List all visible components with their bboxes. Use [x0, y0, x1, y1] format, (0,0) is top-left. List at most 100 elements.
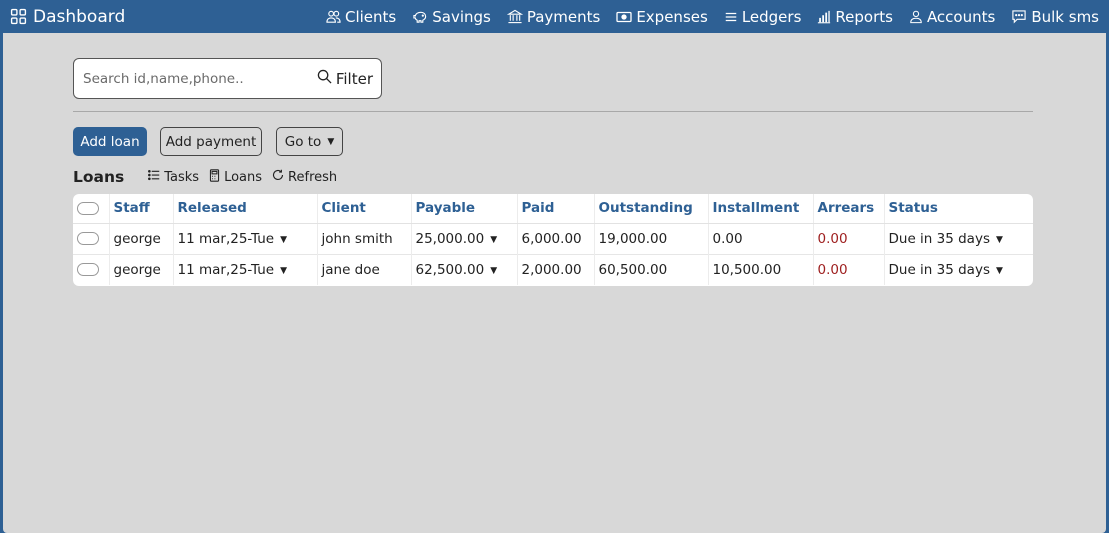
nav-reports[interactable]: Reports: [817, 8, 893, 26]
grid-icon: [10, 8, 27, 25]
refresh-icon: [272, 169, 284, 185]
header-paid[interactable]: Paid: [516, 194, 594, 224]
nav-expenses-label: Expenses: [636, 7, 708, 26]
caret-down-icon: ▼: [327, 136, 335, 147]
payable-value: 25,000.00: [415, 230, 485, 247]
search-icon: [317, 69, 332, 88]
header-client[interactable]: Client: [316, 194, 411, 224]
list-icon: [148, 169, 160, 185]
tasks-link[interactable]: Tasks: [148, 169, 199, 185]
add-payment-button[interactable]: Add payment: [160, 127, 262, 156]
loans-link[interactable]: Loans: [209, 168, 263, 186]
search-box: Filter: [73, 58, 382, 99]
add-loan-label: Add loan: [80, 133, 140, 150]
nav-bulk-sms[interactable]: Bulk sms: [1011, 8, 1099, 26]
header-outstanding[interactable]: Outstanding: [593, 194, 708, 224]
cell-outstanding: 60,500.00: [593, 253, 708, 285]
cell-paid: 2,000.00: [516, 253, 594, 285]
cell-staff: george: [108, 253, 173, 285]
chat-icon: [1011, 9, 1027, 24]
nav-expenses[interactable]: Expenses: [616, 7, 708, 26]
header-installment[interactable]: Installment: [707, 194, 813, 224]
row-checkbox[interactable]: [77, 232, 99, 245]
header-status[interactable]: Status: [883, 194, 1033, 224]
go-to-dropdown[interactable]: Go to ▼: [276, 127, 343, 156]
nav-clients-label: Clients: [344, 7, 397, 26]
caret-down-icon: ▼: [490, 234, 498, 245]
main-nav: Clients Savings Payments Expenses Ledger…: [326, 8, 1099, 26]
add-payment-label: Add payment: [165, 133, 257, 150]
caret-down-icon: ▼: [995, 234, 1003, 245]
table-row[interactable]: george 11 mar,25-Tue ▼ john smith 25,000.…: [73, 222, 1033, 254]
cell-staff: george: [108, 222, 173, 254]
add-loan-button[interactable]: Add loan: [73, 127, 147, 156]
refresh-label: Refresh: [288, 169, 338, 185]
payable-value: 62,500.00: [415, 261, 485, 278]
people-icon: [326, 9, 341, 24]
cell-status[interactable]: Due in 35 days ▼: [883, 222, 1033, 254]
row-select: [73, 222, 109, 254]
cell-arrears: 0.00: [812, 222, 884, 254]
nav-savings[interactable]: Savings: [412, 8, 491, 26]
loans-toolbar: Loans Tasks Loans Refresh: [73, 166, 337, 188]
cell-installment: 10,500.00: [707, 253, 813, 285]
caret-down-icon: ▼: [280, 234, 288, 245]
row-checkbox[interactable]: [77, 263, 99, 277]
cell-released[interactable]: 11 mar,25-Tue ▼: [172, 222, 317, 254]
nav-clients[interactable]: Clients: [326, 8, 396, 26]
divider: [73, 111, 1033, 112]
tasks-label: Tasks: [164, 169, 200, 185]
nav-payments[interactable]: Payments: [506, 7, 601, 26]
released-value: 11 mar,25-Tue: [177, 230, 275, 247]
cell-arrears: 0.00: [812, 253, 884, 285]
table-header-row: Staff Released Client Payable Paid Outst…: [73, 194, 1033, 224]
cell-payable[interactable]: 25,000.00 ▼: [410, 222, 517, 254]
cell-paid: 6,000.00: [516, 222, 594, 254]
cash-icon: [616, 10, 632, 24]
list-icon: [724, 10, 738, 24]
nav-accounts[interactable]: Accounts: [909, 8, 995, 26]
nav-ledgers-label: Ledgers: [741, 7, 802, 26]
filter-label: Filter: [335, 69, 373, 88]
loans-link-label: Loans: [224, 169, 263, 185]
nav-reports-label: Reports: [835, 7, 893, 26]
header-arrears[interactable]: Arrears: [812, 194, 884, 224]
cell-payable[interactable]: 62,500.00 ▼: [410, 253, 517, 285]
header-staff[interactable]: Staff: [108, 194, 173, 224]
main-content: Filter Add loan Add payment Go to ▼ Loan…: [3, 33, 1106, 533]
status-value: Due in 35 days: [888, 230, 990, 247]
calculator-icon: [209, 168, 220, 186]
row-select: [73, 253, 109, 285]
cell-client[interactable]: jane doe: [316, 253, 411, 285]
header-select: [73, 194, 109, 224]
released-value: 11 mar,25-Tue: [177, 261, 275, 278]
piggy-bank-icon: [412, 9, 428, 24]
cell-client[interactable]: john smith: [316, 222, 411, 254]
nav-accounts-label: Accounts: [926, 7, 996, 26]
refresh-link[interactable]: Refresh: [272, 169, 337, 185]
top-navbar: Dashboard Clients Savings Payments Expen…: [0, 0, 1109, 33]
select-all-checkbox[interactable]: [77, 201, 99, 215]
nav-bulk-sms-label: Bulk sms: [1031, 7, 1099, 26]
go-to-label: Go to: [284, 133, 322, 150]
loans-table: Staff Released Client Payable Paid Outst…: [73, 194, 1033, 286]
caret-down-icon: ▼: [280, 265, 288, 276]
filter-button[interactable]: Filter: [317, 69, 373, 88]
dashboard-link[interactable]: Dashboard: [10, 7, 125, 27]
brand-label: Dashboard: [33, 6, 126, 27]
loans-heading: Loans: [73, 168, 125, 186]
cell-status[interactable]: Due in 35 days ▼: [883, 253, 1033, 285]
bar-chart-icon: [817, 10, 831, 24]
cell-released[interactable]: 11 mar,25-Tue ▼: [172, 253, 317, 285]
bank-icon: [506, 9, 523, 24]
nav-savings-label: Savings: [432, 7, 491, 26]
nav-payments-label: Payments: [526, 7, 601, 26]
search-input[interactable]: [83, 70, 303, 87]
caret-down-icon: ▼: [490, 265, 498, 276]
table-row[interactable]: george 11 mar,25-Tue ▼ jane doe 62,500.00…: [73, 253, 1033, 285]
person-icon: [909, 9, 923, 24]
header-released[interactable]: Released: [172, 194, 317, 224]
header-payable[interactable]: Payable: [410, 194, 517, 224]
cell-installment: 0.00: [707, 222, 813, 254]
nav-ledgers[interactable]: Ledgers: [724, 7, 802, 26]
